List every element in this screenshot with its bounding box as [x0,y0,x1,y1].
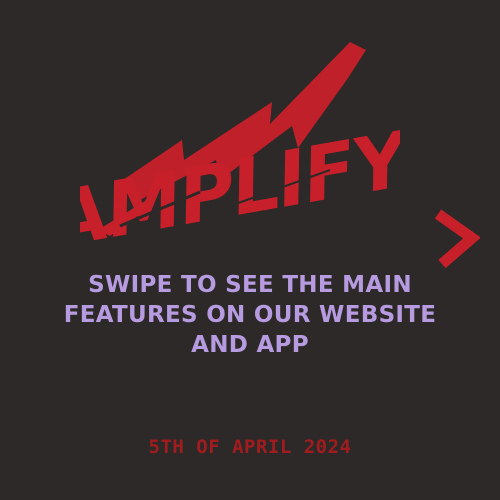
event-date: 5TH OF APRIL 2024 [148,436,352,458]
slide: AMPLIFY SWIPE TO SEE THE MAIN FEATURES O… [0,0,500,500]
chevron-right-icon[interactable] [432,208,480,270]
amplify-logo: AMPLIFY [80,30,400,255]
headline: SWIPE TO SEE THE MAIN FEATURES ON OUR WE… [63,272,437,358]
